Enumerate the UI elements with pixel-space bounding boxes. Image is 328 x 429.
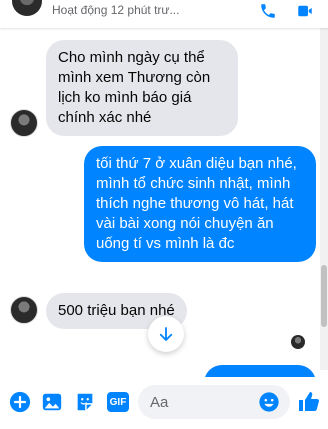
conversation-header: Hoạt động 12 phút trư... — [0, 0, 328, 28]
message-composer: GIF Aa — [0, 377, 328, 429]
add-icon[interactable] — [9, 391, 31, 413]
message-bubble-incoming[interactable]: Cho mình ngày cụ thể mình xem Thương còn… — [46, 40, 238, 136]
seen-avatar — [291, 335, 305, 349]
scrollbar-thumb[interactable] — [321, 265, 327, 327]
sender-avatar[interactable] — [10, 109, 38, 137]
phone-icon[interactable] — [259, 2, 277, 20]
message-input-placeholder: Aa — [150, 394, 169, 411]
sticker-icon[interactable] — [74, 391, 96, 413]
emoji-icon[interactable] — [258, 391, 280, 413]
sender-avatar[interactable] — [10, 296, 38, 324]
image-icon[interactable] — [41, 391, 63, 413]
message-bubble-outgoing[interactable]: tối thứ 7 ở xuân diệu bạn nhé, mình tổ c… — [84, 146, 316, 262]
gif-icon[interactable]: GIF — [107, 392, 129, 412]
message-input[interactable]: Aa — [138, 385, 290, 419]
scrollbar-track[interactable] — [320, 28, 328, 370]
video-icon[interactable] — [296, 2, 314, 20]
like-icon[interactable] — [297, 390, 321, 414]
contact-avatar[interactable] — [12, 0, 42, 16]
scroll-to-bottom-button[interactable] — [148, 316, 184, 352]
arrow-down-icon — [159, 327, 173, 341]
active-status: Hoạt động 12 phút trư... — [52, 3, 180, 17]
